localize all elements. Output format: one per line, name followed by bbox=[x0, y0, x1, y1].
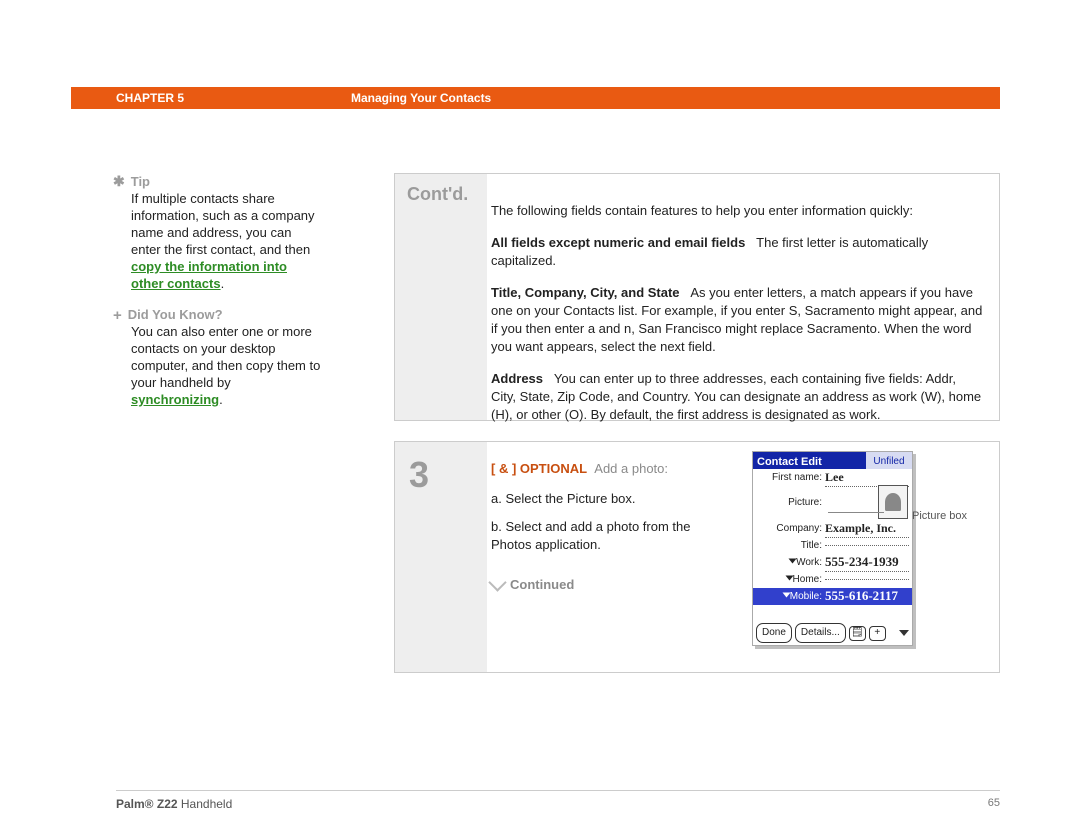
work-phone-field[interactable]: 555-234-1939 bbox=[825, 553, 909, 572]
continued-marker: Continued bbox=[491, 576, 709, 594]
field-desc-3: Address You can enter up to three addres… bbox=[491, 370, 983, 424]
continued-arrow-icon bbox=[488, 573, 506, 591]
palm-title: Contact Edit bbox=[753, 452, 865, 469]
chapter-label: CHAPTER 5 bbox=[116, 91, 184, 105]
dyk-body: You can also enter one or more contacts … bbox=[131, 323, 323, 408]
add-icon[interactable]: + bbox=[869, 626, 886, 641]
step-number: 3 bbox=[395, 442, 487, 496]
contd-step-box: Cont'd. The following fields contain fea… bbox=[394, 173, 1000, 421]
field-desc-2: Title, Company, City, and State As you e… bbox=[491, 284, 983, 356]
contd-intro: The following fields contain features to… bbox=[491, 202, 983, 220]
page-number: 65 bbox=[988, 797, 1000, 809]
plus-icon: + bbox=[113, 307, 122, 324]
details-button[interactable]: Details... bbox=[795, 623, 846, 643]
picture-box-thumbnail[interactable] bbox=[878, 485, 908, 519]
chapter-title: Managing Your Contacts bbox=[351, 91, 491, 105]
scroll-down-icon[interactable] bbox=[899, 630, 909, 636]
callout-line bbox=[828, 512, 884, 513]
note-icon[interactable]: 🗒 bbox=[849, 626, 866, 641]
dyk-heading: +Did You Know? bbox=[113, 306, 323, 323]
done-button[interactable]: Done bbox=[756, 623, 792, 643]
optional-line: [ & ] OPTIONAL Add a photo: bbox=[491, 460, 709, 478]
step-3-box: 3 [ & ] OPTIONAL Add a photo: a. Select … bbox=[394, 441, 1000, 673]
palm-category-picker[interactable]: Unfiled bbox=[865, 452, 912, 469]
contact-edit-screenshot: Contact Edit Unfiled First name:Lee Pict… bbox=[752, 451, 913, 646]
company-field[interactable]: Example, Inc. bbox=[825, 519, 909, 538]
asterisk-icon: ✱ bbox=[113, 173, 125, 189]
field-desc-1: All fields except numeric and email fiel… bbox=[491, 234, 983, 270]
silhouette-icon bbox=[885, 493, 901, 511]
mobile-phone-field[interactable]: 555-616-2117 bbox=[825, 587, 909, 606]
title-field[interactable] bbox=[825, 545, 909, 546]
picture-box-callout: Picture box bbox=[912, 507, 992, 525]
tip-body: If multiple contacts share information, … bbox=[131, 190, 323, 292]
synchronizing-link[interactable]: synchronizing bbox=[131, 392, 219, 407]
step-3a: a. Select the Picture box. bbox=[491, 490, 709, 508]
chapter-banner: CHAPTER 5 Managing Your Contacts bbox=[71, 87, 1000, 109]
sidebar: ✱Tip If multiple contacts share informat… bbox=[113, 173, 323, 408]
tip-heading: ✱Tip bbox=[113, 173, 323, 190]
page-footer: Palm® Z22 Handheld 65 bbox=[116, 790, 1000, 811]
home-phone-field[interactable] bbox=[825, 579, 909, 580]
contd-label: Cont'd. bbox=[395, 174, 487, 205]
copy-info-link[interactable]: copy the information into other contacts bbox=[131, 259, 287, 291]
step-3b: b. Select and add a photo from the Photo… bbox=[491, 518, 709, 554]
